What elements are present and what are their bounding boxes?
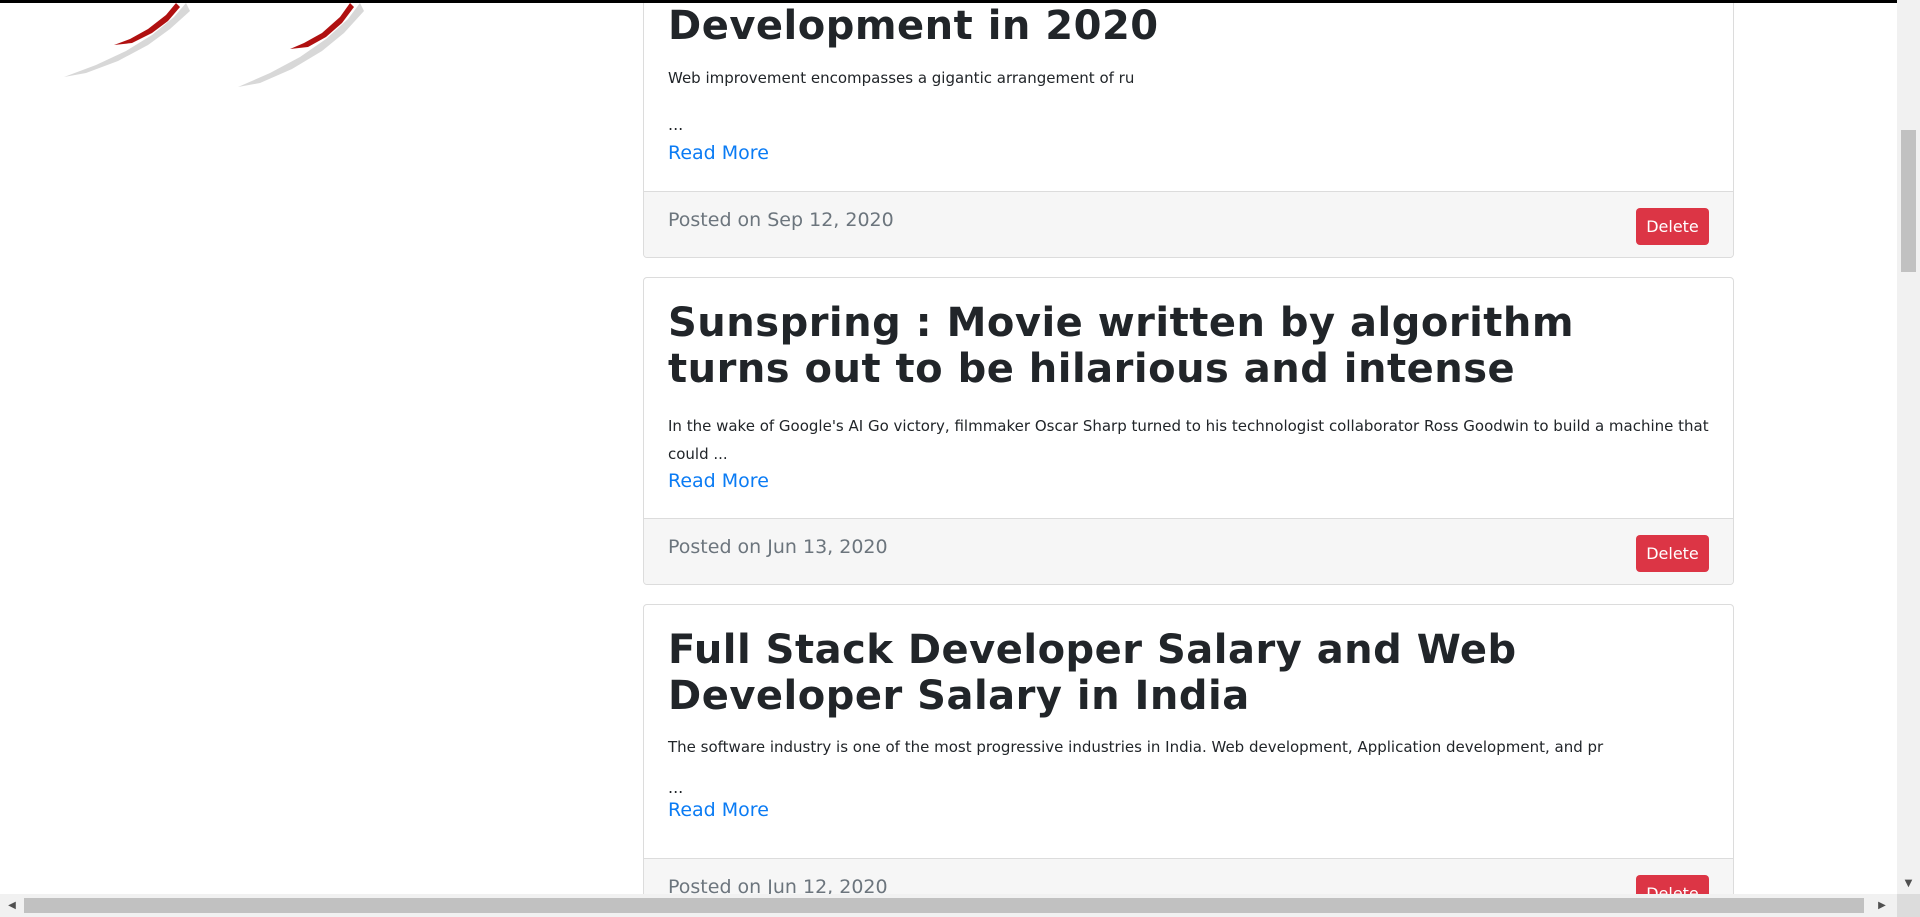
scrollbar-corner: [1897, 894, 1920, 917]
read-more-link[interactable]: Read More: [668, 797, 769, 823]
vertical-scrollbar-thumb[interactable]: [1901, 130, 1916, 272]
page-viewport: Development in 2020 Web improvement enco…: [0, 0, 1897, 894]
post-card-body: Sunspring : Movie written by algorithm t…: [644, 278, 1733, 494]
post-date: Posted on Jun 12, 2020: [668, 876, 888, 894]
read-more-link[interactable]: Read More: [668, 140, 769, 166]
post-title: Development in 2020: [668, 3, 1159, 49]
post-card: Development in 2020 Web improvement enco…: [643, 3, 1734, 258]
post-excerpt: The software industry is one of the most…: [668, 738, 1604, 756]
post-date: Posted on Sep 12, 2020: [668, 209, 894, 231]
vertical-scrollbar[interactable]: ▼: [1897, 0, 1920, 894]
horizontal-scrollbar[interactable]: ◀ ▶: [0, 894, 1920, 917]
post-excerpt-ellipsis: ...: [668, 115, 684, 134]
scroll-down-arrow-icon[interactable]: ▼: [1897, 874, 1920, 894]
post-card-footer: Posted on Sep 12, 2020 Delete: [644, 191, 1733, 257]
post-excerpt-ellipsis: ...: [668, 778, 684, 797]
post-card: Sunspring : Movie written by algorithm t…: [643, 277, 1734, 585]
post-title: Full Stack Developer Salary and Web Deve…: [668, 627, 1517, 719]
scroll-left-arrow-icon[interactable]: ◀: [2, 894, 22, 917]
post-excerpt: Web improvement encompasses a gigantic a…: [668, 69, 1135, 87]
scroll-right-arrow-icon[interactable]: ▶: [1872, 894, 1892, 917]
post-card-footer: Posted on Jun 13, 2020 Delete: [644, 518, 1733, 584]
post-date: Posted on Jun 13, 2020: [668, 536, 888, 558]
claw-mark-decoration: [64, 3, 190, 77]
post-title: Sunspring : Movie written by algorithm t…: [668, 300, 1575, 392]
read-more-link[interactable]: Read More: [668, 468, 769, 494]
delete-button[interactable]: Delete: [1636, 875, 1709, 894]
horizontal-scrollbar-thumb[interactable]: [24, 898, 1864, 913]
claw-mark-decoration: [238, 3, 364, 87]
delete-button[interactable]: Delete: [1636, 535, 1709, 572]
post-card: Full Stack Developer Salary and Web Deve…: [643, 604, 1734, 894]
post-card-body: Full Stack Developer Salary and Web Deve…: [644, 605, 1733, 823]
post-card-footer: Posted on Jun 12, 2020 Delete: [644, 858, 1733, 894]
post-excerpt: In the wake of Google's AI Go victory, f…: [668, 417, 1709, 463]
delete-button[interactable]: Delete: [1636, 208, 1709, 245]
